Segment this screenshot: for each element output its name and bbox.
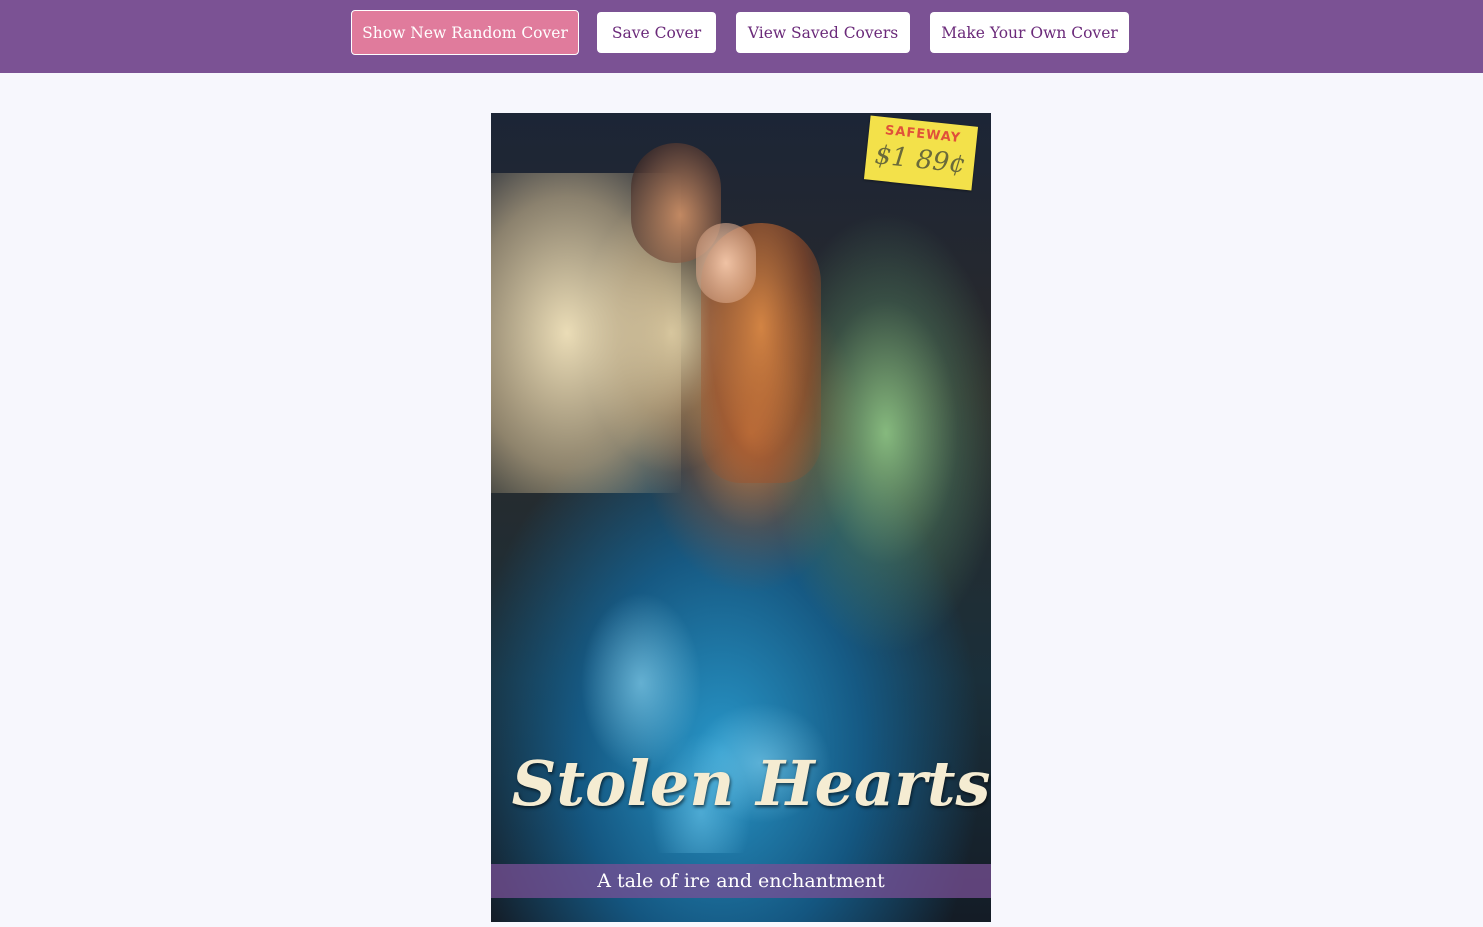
save-cover-button[interactable]: Save Cover — [597, 12, 716, 53]
view-saved-covers-button[interactable]: View Saved Covers — [736, 12, 910, 53]
show-new-random-cover-button[interactable]: Show New Random Cover — [351, 10, 579, 55]
price-sticker: SAFEWAY $1 89¢ — [863, 115, 979, 191]
book-cover: SAFEWAY $1 89¢ Stolen Hearts A tale of i… — [491, 113, 991, 922]
cover-tagline: A tale of ire and enchantment — [597, 870, 885, 892]
top-nav-bar: Show New Random Cover Save Cover View Sa… — [0, 0, 1483, 73]
cover-art-woman-face — [696, 223, 756, 303]
cover-tagline-band: A tale of ire and enchantment — [491, 864, 991, 898]
make-your-own-cover-button[interactable]: Make Your Own Cover — [930, 12, 1129, 53]
cover-title: Stolen Hearts — [511, 747, 991, 820]
